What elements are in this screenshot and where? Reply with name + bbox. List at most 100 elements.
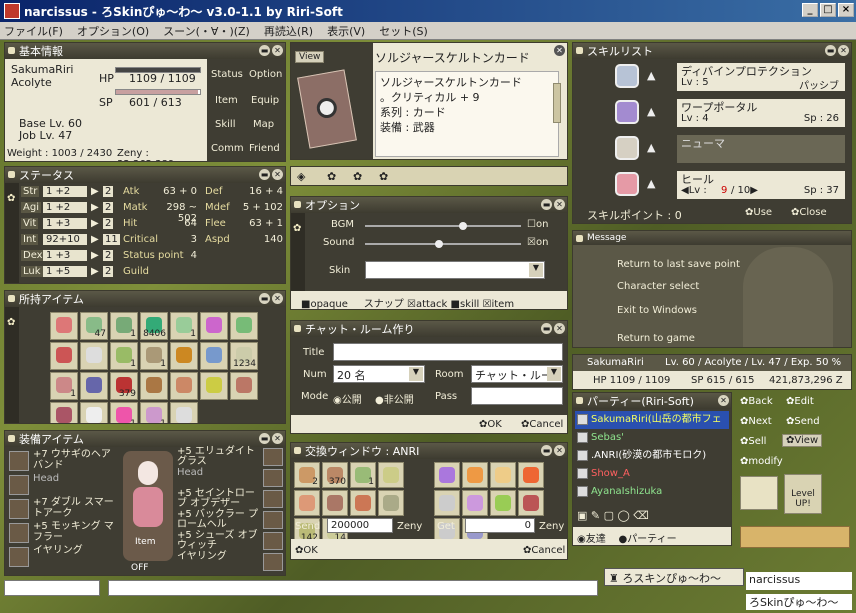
basic-info-header[interactable]: 基本情報 ▬ ✕ — [5, 43, 285, 59]
close-icon[interactable]: ✕ — [272, 433, 283, 444]
trade-slot[interactable] — [490, 462, 516, 488]
menu-file[interactable]: ファイル(F) — [4, 23, 63, 39]
trade-slot[interactable] — [434, 462, 460, 488]
party-member[interactable]: Sebas' — [575, 429, 729, 447]
inventory-slot[interactable] — [170, 372, 198, 400]
stat-up-icon[interactable]: ▶ — [91, 218, 99, 229]
comm-button[interactable]: Comm — [211, 143, 244, 154]
trade-slot[interactable] — [434, 490, 460, 516]
skill-row[interactable]: ▲ ワープポータル Lv : 4 Sp : 26 — [573, 95, 851, 131]
equip-button[interactable]: Equip — [251, 95, 279, 106]
view-button[interactable]: ✿View — [782, 434, 823, 447]
costume-off-toggle[interactable]: OFF — [131, 563, 148, 573]
trade-slot[interactable] — [378, 462, 404, 488]
inventory-slot[interactable] — [200, 312, 228, 340]
inventory-slot[interactable] — [230, 372, 258, 400]
trade-slot[interactable]: 1 — [350, 462, 376, 488]
minimize-icon[interactable]: ▬ — [259, 433, 270, 444]
trade-slot[interactable] — [462, 462, 488, 488]
opaque-checkbox[interactable]: ■opaque — [301, 299, 348, 309]
trade-slot[interactable] — [518, 490, 544, 516]
bottom-chat-input[interactable] — [108, 580, 598, 596]
trade-slot[interactable] — [518, 462, 544, 488]
skill-button[interactable]: Skill — [215, 119, 235, 130]
stat-up-icon[interactable]: ▶ — [91, 266, 99, 277]
bgm-on-checkbox[interactable]: ☐on — [527, 219, 548, 230]
equip-slot-right[interactable]: イヤリング — [177, 552, 283, 573]
inventory-slot[interactable] — [170, 402, 198, 423]
pass-input[interactable] — [471, 387, 563, 405]
close-icon[interactable]: ✕ — [554, 45, 565, 56]
inventory-slot[interactable]: 1234 — [230, 342, 258, 370]
inventory-slot[interactable] — [230, 312, 258, 340]
trade-slot[interactable] — [322, 490, 348, 516]
inventory-slot[interactable] — [50, 342, 78, 370]
status-header[interactable]: ステータス ▬ ✕ — [5, 167, 285, 183]
party-header[interactable]: パーティー(Riri-Soft) ✕ — [573, 393, 731, 409]
inventory-slot[interactable]: 47 — [80, 312, 108, 340]
skill-use-button[interactable]: ✿Use — [745, 207, 772, 218]
inventory-slot[interactable]: 1 — [170, 312, 198, 340]
option-header[interactable]: オプション ▬ ✕ — [291, 197, 567, 213]
equip-slot-right[interactable]: +5 バックラー プロームヘル — [177, 510, 283, 531]
minimize-icon[interactable]: ▬ — [259, 293, 270, 304]
equip-slot-right[interactable]: Head — [177, 468, 283, 489]
close-button[interactable]: × — [838, 3, 854, 17]
close-icon[interactable]: ✕ — [272, 45, 283, 56]
trade-ok-button[interactable]: ✿OK — [295, 545, 318, 556]
view-button[interactable]: View — [295, 51, 325, 63]
inventory-slot[interactable] — [140, 372, 168, 400]
trade-slot[interactable]: 370 — [322, 462, 348, 488]
back-button[interactable]: ✿Back — [740, 396, 773, 407]
sound-slider[interactable] — [365, 240, 521, 248]
trade-slot[interactable] — [462, 490, 488, 516]
chat-cancel-button[interactable]: ✿Cancel — [521, 419, 563, 430]
inventory-slot[interactable] — [200, 342, 228, 370]
stat-up-icon[interactable]: ▶ — [91, 250, 99, 261]
inventory-slot[interactable] — [80, 402, 108, 423]
close-icon[interactable]: ✕ — [272, 293, 283, 304]
menu-option[interactable]: オプション(O) — [77, 23, 149, 39]
message-header[interactable]: Message — [573, 231, 851, 245]
inventory-slot[interactable] — [80, 342, 108, 370]
edit-button[interactable]: ✿Edit — [786, 396, 814, 407]
room-select[interactable]: チャット・ルー ▼ — [471, 365, 563, 383]
minimize-icon[interactable]: ▬ — [259, 45, 270, 56]
option-button[interactable]: Option — [249, 69, 282, 80]
inventory-slot[interactable]: 1 — [140, 342, 168, 370]
snap-checkbox[interactable]: スナップ — [364, 299, 404, 309]
sound-on-checkbox[interactable]: ☒on — [527, 237, 548, 248]
inventory-slot[interactable] — [50, 402, 78, 423]
exit-windows[interactable]: Exit to Windows — [617, 305, 697, 316]
return-game[interactable]: Return to game — [617, 333, 695, 344]
trade-slot[interactable] — [490, 490, 516, 516]
close-icon[interactable]: ✕ — [272, 169, 283, 180]
close-icon[interactable]: ✕ — [838, 45, 849, 56]
attack-checkbox[interactable]: ☒attack — [407, 299, 447, 309]
skill-close-button[interactable]: ✿Close — [791, 207, 827, 218]
minimize-icon[interactable]: ▬ — [541, 323, 552, 334]
send-button[interactable]: ✿Send — [786, 416, 820, 427]
skill-checkbox[interactable]: ■skill — [451, 299, 480, 309]
bgm-slider[interactable] — [365, 222, 521, 230]
send-zeny-input[interactable]: 200000 — [327, 518, 393, 533]
menu-set[interactable]: セット(S) — [379, 23, 428, 39]
party-member[interactable]: Show_A — [575, 465, 729, 483]
chat-ok-button[interactable]: ✿OK — [479, 419, 502, 430]
bottom-chat-name-input[interactable] — [4, 580, 100, 596]
close-icon[interactable]: ✕ — [554, 323, 565, 334]
skin-select[interactable]: ▼ — [365, 261, 545, 279]
inventory-slot[interactable] — [80, 372, 108, 400]
chat-room-header[interactable]: チャット・ルーム作り ▬ ✕ — [291, 321, 567, 337]
party-tab[interactable]: ●パーティー — [618, 534, 676, 545]
num-select[interactable]: 20 名 ▼ — [333, 365, 425, 383]
menu-reload[interactable]: 再読込(R) — [264, 23, 313, 39]
inventory-slot[interactable]: 1 — [110, 312, 138, 340]
friend-button[interactable]: Friend — [249, 143, 280, 154]
trade-slot[interactable] — [294, 490, 320, 516]
stat-up-icon[interactable]: ▶ — [91, 202, 99, 213]
menu-view[interactable]: 表示(V) — [327, 23, 365, 39]
trade-slot[interactable] — [378, 490, 404, 516]
party-member[interactable]: SakumaRiri(山岳の都市フェ — [575, 411, 729, 429]
trade-slot[interactable]: 2 — [294, 462, 320, 488]
